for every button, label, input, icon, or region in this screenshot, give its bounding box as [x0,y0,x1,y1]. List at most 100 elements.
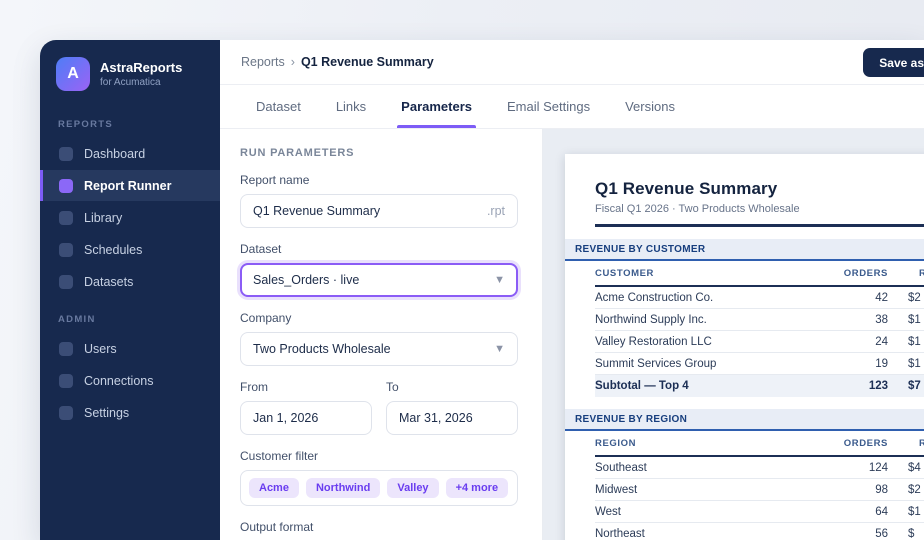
cell-revenue: $1 [908,313,921,326]
sidebar-item-datasets[interactable]: Datasets [40,266,220,297]
table-row: Summit Services Group 19 $1 [595,353,924,375]
cell-orders: 38 [875,313,888,326]
cell-orders: 124 [868,461,888,474]
sidebar-item-label: Users [84,341,117,356]
company-label: Company [240,311,292,325]
cell-revenue: $1 [908,335,921,348]
report-paper: Q1 Revenue Summary Fiscal Q1 2026 · Two … [565,154,924,540]
nav-section-label: REPORTS [58,119,114,130]
column-header: ORDERS [843,267,888,279]
breadcrumb-current: Q1 Revenue Summary [300,55,434,69]
sidebar-item-label: Settings [84,405,130,420]
run-parameters-panel: RUN PARAMETERS Report name Q1 Revenue Su… [220,129,543,540]
sidebar-item-label: Connections [84,373,154,388]
sidebar-item-label: Schedules [84,242,143,257]
column-header: REGION [595,437,637,449]
report-section-heading: REVENUE BY REGION [565,409,924,431]
sidebar-item-schedules[interactable]: Schedules [40,234,220,265]
cell-name: Acme Construction Co. [595,291,714,304]
cell-revenue: $4 [908,461,921,474]
tab-dataset[interactable]: Dataset [256,85,301,128]
table-row: Acme Construction Co. 42 $2 [595,287,924,309]
save-as-button[interactable]: Save as [863,48,924,77]
table-row: Southeast 124 $4 [595,457,924,479]
dataset-value: Sales_Orders · live [253,273,360,287]
cell-orders: 64 [875,505,888,518]
cell-revenue: $7 [908,380,921,392]
sidebar-item-label: Datasets [84,274,134,289]
customer-filter-chip[interactable]: +4 more [445,478,509,498]
sidebar-item-label: Report Runner [84,178,172,193]
tab-parameters[interactable]: Parameters [397,85,476,128]
cell-name: Midwest [595,483,638,496]
sidebar: A AstraReports for Acumatica REPORTS Dash… [40,40,220,540]
sidebar-item-users[interactable]: Users [40,333,220,364]
cell-revenue: $ [908,527,915,540]
report-name-value: Q1 Revenue Summary [253,204,381,218]
cell-revenue: $1 [908,357,921,370]
nav-item-icon [59,242,73,257]
topbar: Reports › Q1 Revenue Summary Save as [220,40,924,85]
table-header-row: CUSTOMER ORDERS REVENUE [595,261,924,287]
report-subtitle: Fiscal Q1 2026 · Two Products Wholesale [595,203,800,215]
cell-orders: 56 [875,527,888,540]
company-select[interactable]: Two Products Wholesale ▼ [240,332,518,366]
cell-name: Subtotal — Top 4 [595,380,689,392]
chevron-down-icon: ▼ [494,274,505,286]
sidebar-item-report-runner[interactable]: Report Runner [40,170,220,201]
form-heading: RUN PARAMETERS [240,147,355,159]
table-row: Midwest 98 $2 [595,479,924,501]
tab-email-settings[interactable]: Email Settings [507,85,590,128]
output-format-label: Output format [240,520,314,534]
nav-item-icon [59,146,73,161]
sidebar-item-settings[interactable]: Settings [40,397,220,428]
app-logo-icon: A [56,57,90,91]
report-table: REGION ORDERS REVENUE Southeast 124 $4 Midwest… [565,431,924,540]
cell-name: Northwind Supply Inc. [595,313,707,326]
cell-name: West [595,505,621,518]
date-from-input[interactable]: Jan 1, 2026 [240,401,372,435]
table-row: West 64 $1 [595,501,924,523]
cell-revenue: $2 [908,291,921,304]
report-name-input[interactable]: Q1 Revenue Summary .rpt [240,194,518,228]
report-sections: REVENUE BY CUSTOMER CUSTOMER ORDERS REVENUE… [565,239,924,540]
nav-item-icon [59,341,73,356]
sidebar-item-dashboard[interactable]: Dashboard [40,138,220,169]
cell-name: Southeast [595,461,647,474]
nav-item-icon [59,178,73,193]
tab-links[interactable]: Links [336,85,366,128]
dataset-select[interactable]: Sales_Orders · live ▼ [240,263,518,297]
date-from-label: From [240,380,268,394]
company-value: Two Products Wholesale [253,342,391,356]
customer-filter-chip[interactable]: Northwind [305,478,381,498]
nav-item-icon [59,210,73,225]
tab-bar: Dataset Links Parameters Email Settings Vers… [220,85,924,129]
breadcrumb-parent[interactable]: Reports [241,55,285,69]
date-to-value: Mar 31, 2026 [399,411,473,425]
cell-name: Summit Services Group [595,357,717,370]
report-name-label: Report name [240,173,310,187]
cell-orders: 19 [875,357,888,370]
column-header: CUSTOMER [595,267,654,279]
customer-filter-box[interactable]: Acme Northwind Valley +4 more [240,470,518,506]
table-row: Valley Restoration LLC 24 $1 [595,331,924,353]
nav-item-icon [59,373,73,388]
app-window: A AstraReports for Acumatica REPORTS Dash… [40,40,924,540]
breadcrumb-separator: › [290,55,295,69]
sidebar-item-label: Library [84,210,123,225]
table-row: Subtotal — Top 4 123 $7 [595,375,924,397]
app-name: AstraReports [100,60,183,76]
column-header: REVENUE [919,437,924,449]
sidebar-item-library[interactable]: Library [40,202,220,233]
sidebar-item-connections[interactable]: Connections [40,365,220,396]
customer-filter-chip[interactable]: Acme [249,478,299,498]
chevron-down-icon: ▼ [494,343,505,355]
customer-filter-chip[interactable]: Valley [387,478,439,498]
dataset-label: Dataset [240,242,282,256]
column-header: REVENUE [919,267,924,279]
report-section-heading: REVENUE BY CUSTOMER [565,239,924,261]
date-to-input[interactable]: Mar 31, 2026 [386,401,518,435]
table-header-row: REGION ORDERS REVENUE [595,431,924,457]
report-preview-area: Q1 Revenue Summary Fiscal Q1 2026 · Two … [543,129,924,540]
tab-versions[interactable]: Versions [625,85,675,128]
